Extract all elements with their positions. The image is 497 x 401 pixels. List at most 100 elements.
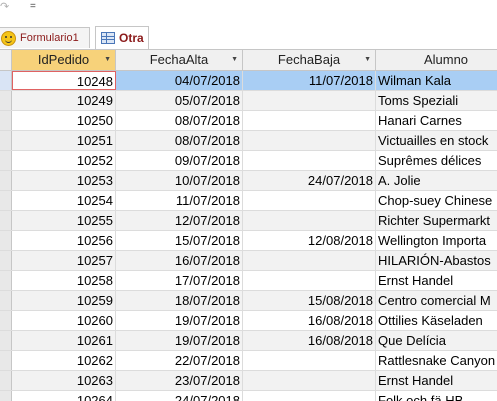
row-selector[interactable]	[0, 251, 12, 270]
tab-formulario1[interactable]: Formulario1	[0, 27, 90, 48]
cell-alumno[interactable]: Toms Speziali	[376, 91, 497, 110]
cell-idpedido[interactable]: 10258	[12, 271, 116, 290]
table-row[interactable]: 10261 19/07/2018 16/08/2018 Que Delícia	[0, 331, 497, 351]
cell-alumno[interactable]: Ernst Handel	[376, 371, 497, 390]
row-selector[interactable]	[0, 131, 12, 150]
cell-alumno[interactable]: Victuailles en stock	[376, 131, 497, 150]
table-row[interactable]: 10259 18/07/2018 15/08/2018 Centro comercia…	[0, 291, 497, 311]
table-row[interactable]: 10255 12/07/2018 Richter Supermarkt	[0, 211, 497, 231]
sort-filter-dropdown-icon[interactable]: ▼	[231, 50, 238, 70]
cell-fechaalta[interactable]: 08/07/2018	[116, 131, 243, 150]
cell-fechabaja[interactable]: 12/08/2018	[243, 231, 376, 250]
row-selector[interactable]	[0, 291, 12, 310]
select-all-cell[interactable]	[0, 50, 12, 70]
cell-fechabaja[interactable]	[243, 151, 376, 170]
table-row[interactable]: 10254 11/07/2018 Chop-suey Chinese	[0, 191, 497, 211]
table-row[interactable]: 10252 09/07/2018 Suprêmes délices	[0, 151, 497, 171]
cell-alumno[interactable]: Ernst Handel	[376, 271, 497, 290]
cell-fechabaja[interactable]: 11/07/2018	[243, 71, 376, 90]
row-selector[interactable]	[0, 331, 12, 350]
row-selector[interactable]	[0, 271, 12, 290]
table-row[interactable]: 10260 19/07/2018 16/08/2018 Ottilies Käsela…	[0, 311, 497, 331]
cell-alumno[interactable]: A. Jolie	[376, 171, 497, 190]
table-row[interactable]: 10256 15/07/2018 12/08/2018 Wellington Impo…	[0, 231, 497, 251]
cell-alumno[interactable]: Folk och fä HB	[376, 391, 497, 401]
cell-fechaalta[interactable]: 19/07/2018	[116, 331, 243, 350]
table-row[interactable]: 10262 22/07/2018 Rattlesnake Canyon	[0, 351, 497, 371]
row-selector[interactable]	[0, 91, 12, 110]
cell-idpedido[interactable]: 10259	[12, 291, 116, 310]
cell-idpedido[interactable]: 10254	[12, 191, 116, 210]
cell-alumno[interactable]: Que Delícia	[376, 331, 497, 350]
cell-fechabaja[interactable]	[243, 211, 376, 230]
row-selector[interactable]	[0, 351, 12, 370]
cell-idpedido[interactable]: 10257	[12, 251, 116, 270]
table-row[interactable]: 10257 16/07/2018 HILARIÓN-Abastos	[0, 251, 497, 271]
cell-fechaalta[interactable]: 09/07/2018	[116, 151, 243, 170]
cell-fechabaja[interactable]	[243, 251, 376, 270]
row-selector[interactable]	[0, 151, 12, 170]
cell-alumno[interactable]: Wellington Importa	[376, 231, 497, 250]
column-header-idpedido[interactable]: IdPedido ▼	[12, 50, 116, 70]
cell-fechaalta[interactable]: 04/07/2018	[116, 71, 243, 90]
cell-fechaalta[interactable]: 17/07/2018	[116, 271, 243, 290]
cell-alumno[interactable]: Hanari Carnes	[376, 111, 497, 130]
cell-fechabaja[interactable]: 15/08/2018	[243, 291, 376, 310]
row-selector[interactable]	[0, 371, 12, 390]
redo-icon[interactable]: ↷	[0, 0, 9, 13]
cell-fechaalta[interactable]: 08/07/2018	[116, 111, 243, 130]
table-row[interactable]: 10250 08/07/2018 Hanari Carnes	[0, 111, 497, 131]
cell-fechaalta[interactable]: 10/07/2018	[116, 171, 243, 190]
cell-alumno[interactable]: Richter Supermarkt	[376, 211, 497, 230]
cell-idpedido[interactable]: 10261	[12, 331, 116, 350]
table-row[interactable]: 10263 23/07/2018 Ernst Handel	[0, 371, 497, 391]
cell-fechaalta[interactable]: 23/07/2018	[116, 371, 243, 390]
cell-fechabaja[interactable]	[243, 271, 376, 290]
cell-fechabaja[interactable]	[243, 111, 376, 130]
customize-toolbar-icon[interactable]: =	[30, 1, 36, 12]
cell-idpedido[interactable]: 10264	[12, 391, 116, 401]
column-header-fechaalta[interactable]: FechaAlta ▼	[116, 50, 243, 70]
cell-idpedido[interactable]: 10256	[12, 231, 116, 250]
sort-filter-dropdown-icon[interactable]: ▼	[364, 50, 371, 70]
cell-fechaalta[interactable]: 15/07/2018	[116, 231, 243, 250]
cell-fechabaja[interactable]	[243, 91, 376, 110]
cell-fechaalta[interactable]: 18/07/2018	[116, 291, 243, 310]
cell-fechaalta[interactable]: 24/07/2018	[116, 391, 243, 401]
cell-fechabaja[interactable]	[243, 191, 376, 210]
table-row[interactable]: 10249 05/07/2018 Toms Speziali	[0, 91, 497, 111]
table-row[interactable]: 10253 10/07/2018 24/07/2018 A. Jolie	[0, 171, 497, 191]
cell-alumno[interactable]: Ottilies Käseladen	[376, 311, 497, 330]
cell-fechaalta[interactable]: 12/07/2018	[116, 211, 243, 230]
column-header-alumno[interactable]: Alumno	[376, 50, 497, 70]
cell-idpedido[interactable]: 10252	[12, 151, 116, 170]
column-header-fechabaja[interactable]: FechaBaja ▼	[243, 50, 376, 70]
cell-alumno[interactable]: Rattlesnake Canyon	[376, 351, 497, 370]
row-selector[interactable]	[0, 171, 12, 190]
cell-alumno[interactable]: Chop-suey Chinese	[376, 191, 497, 210]
table-row[interactable]: 10264 24/07/2018 Folk och fä HB	[0, 391, 497, 401]
cell-fechaalta[interactable]: 19/07/2018	[116, 311, 243, 330]
table-row[interactable]: 10248 04/07/2018 11/07/2018 Wilman Kala	[0, 71, 497, 91]
row-selector[interactable]	[0, 231, 12, 250]
sort-filter-dropdown-icon[interactable]: ▼	[104, 50, 111, 70]
row-selector[interactable]	[0, 71, 12, 90]
row-selector[interactable]	[0, 111, 12, 130]
cell-alumno[interactable]: Suprêmes délices	[376, 151, 497, 170]
table-row[interactable]: 10251 08/07/2018 Victuailles en stock	[0, 131, 497, 151]
tab-otra[interactable]: Otra	[95, 26, 149, 49]
cell-fechaalta[interactable]: 22/07/2018	[116, 351, 243, 370]
cell-alumno[interactable]: Wilman Kala	[376, 71, 497, 90]
cell-idpedido[interactable]: 10255	[12, 211, 116, 230]
row-selector[interactable]	[0, 311, 12, 330]
cell-idpedido[interactable]: 10250	[12, 111, 116, 130]
cell-fechabaja[interactable]	[243, 371, 376, 390]
cell-idpedido[interactable]: 10253	[12, 171, 116, 190]
table-row[interactable]: 10258 17/07/2018 Ernst Handel	[0, 271, 497, 291]
cell-fechabaja[interactable]	[243, 391, 376, 401]
cell-fechabaja[interactable]: 24/07/2018	[243, 171, 376, 190]
cell-fechaalta[interactable]: 16/07/2018	[116, 251, 243, 270]
cell-fechabaja[interactable]: 16/08/2018	[243, 311, 376, 330]
cell-fechaalta[interactable]: 05/07/2018	[116, 91, 243, 110]
cell-idpedido[interactable]: 10249	[12, 91, 116, 110]
